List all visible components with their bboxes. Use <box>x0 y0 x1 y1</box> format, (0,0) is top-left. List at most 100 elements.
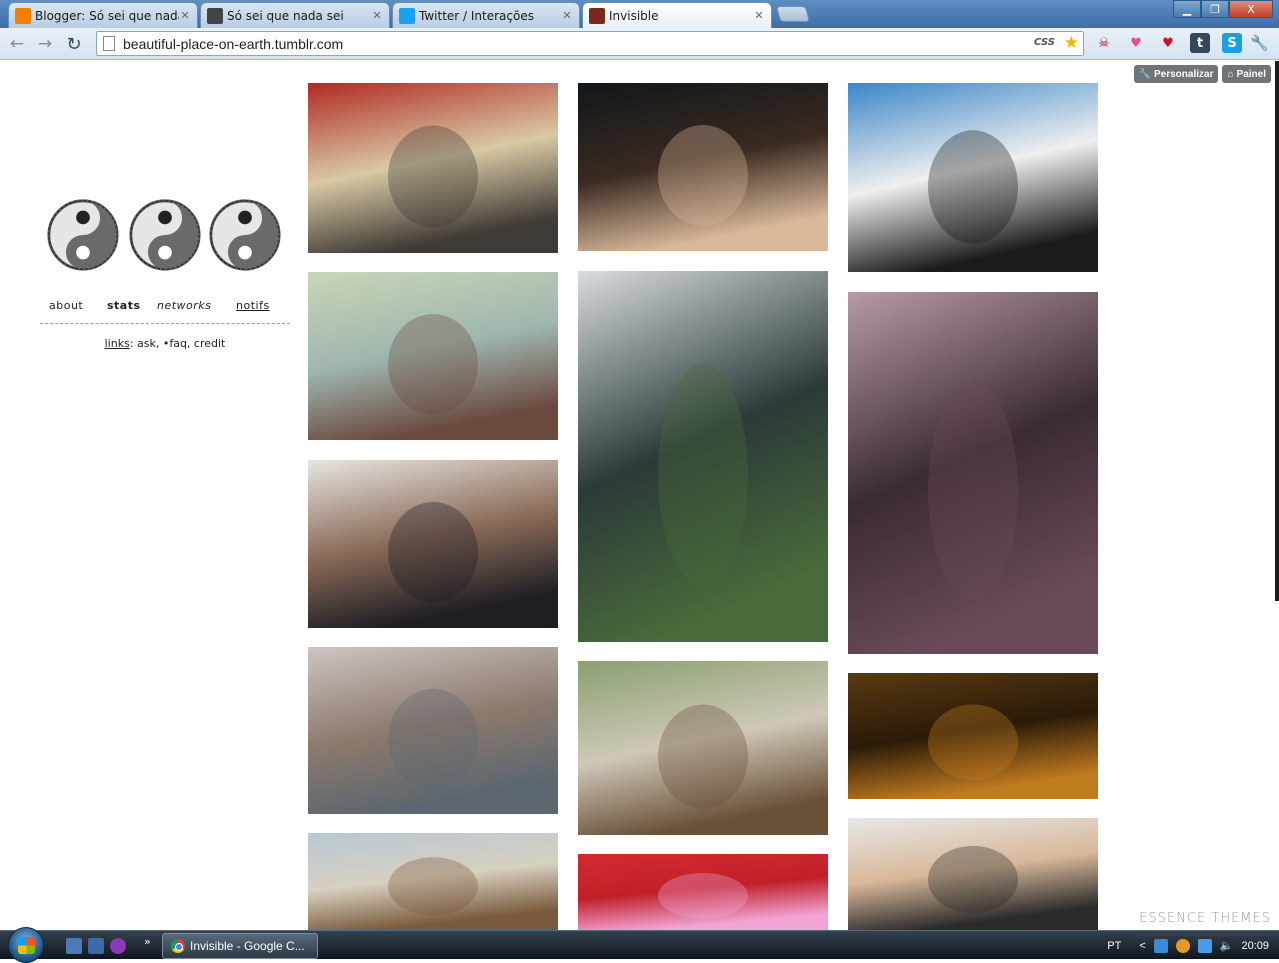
tab-label: Invisible <box>609 8 659 23</box>
title-bar: Blogger: Só sei que nada se✕Só sei que n… <box>0 0 1279 28</box>
photo-post[interactable] <box>578 661 828 835</box>
tab-favicon-icon <box>15 7 31 24</box>
photo-post[interactable] <box>308 833 558 930</box>
photo-post[interactable] <box>848 292 1098 654</box>
tab-favicon-icon <box>589 7 605 24</box>
network-tray-icon[interactable] <box>1197 938 1212 953</box>
task-label: Invisible - Google C... <box>190 939 305 953</box>
customize-label: Personalizar <box>1154 68 1214 80</box>
photo-image[interactable] <box>848 673 1098 799</box>
theme-credit[interactable]: ESSENCE THEMES <box>1139 911 1271 926</box>
browser-tab-0[interactable]: Blogger: Só sei que nada se✕ <box>8 2 198 28</box>
tab-label: Twitter / Interações <box>419 8 534 23</box>
photo-image[interactable] <box>308 460 558 628</box>
reload-icon[interactable]: ↻ <box>63 33 85 55</box>
system-tray: PT < 🔈 20:09 <box>1107 931 1279 960</box>
back-arrow-icon[interactable]: ← <box>6 33 28 55</box>
taskbar-chrome-item[interactable]: Invisible - Google C... <box>162 933 318 959</box>
photo-post[interactable] <box>848 83 1098 272</box>
tab-close-icon[interactable]: ✕ <box>179 9 191 22</box>
minimize-button[interactable]: ▁ <box>1173 0 1201 18</box>
skype-extension-icon[interactable]: S <box>1222 33 1242 53</box>
volume-icon[interactable]: 🔈 <box>1220 939 1234 952</box>
browser-toolbar: ← → ↻ beautiful-place-on-earth.tumblr.co… <box>0 28 1279 60</box>
start-button[interactable] <box>8 927 44 963</box>
yin-yang-icon <box>209 199 281 271</box>
photo-image[interactable] <box>848 83 1098 272</box>
red-heart-extension-icon[interactable]: ♥ <box>1158 33 1178 53</box>
photo-image[interactable] <box>578 83 828 251</box>
app-quicklaunch-icon[interactable] <box>110 938 126 954</box>
windows-taskbar: » Invisible - Google C... PT < 🔈 20:09 <box>0 927 1279 963</box>
dashboard-button[interactable]: ⌂ Painel <box>1222 65 1271 83</box>
photo-image[interactable] <box>308 833 558 930</box>
page-icon <box>103 36 115 51</box>
nav-stats[interactable]: stats <box>107 299 141 312</box>
home-icon: ⌂ <box>1227 68 1234 80</box>
photo-post[interactable] <box>848 673 1098 799</box>
tab-close-icon[interactable]: ✕ <box>753 9 765 22</box>
photo-image[interactable] <box>578 661 828 835</box>
maximize-button[interactable]: ❐ <box>1201 0 1229 18</box>
links-rest[interactable]: : ask, •faq, credit <box>130 337 226 350</box>
tray-expand-icon[interactable]: < <box>1139 940 1145 952</box>
photo-image[interactable] <box>848 818 1098 930</box>
update-tray-icon[interactable] <box>1175 938 1190 953</box>
photo-post[interactable] <box>308 83 558 253</box>
forward-arrow-icon[interactable]: → <box>34 33 56 55</box>
browser-tab-1[interactable]: Só sei que nada sei ✕ <box>200 2 390 28</box>
browser-tab-3[interactable]: Invisible ✕ <box>582 2 772 28</box>
chrome-icon <box>171 939 185 953</box>
photo-post[interactable] <box>848 818 1098 930</box>
css-extension-icon[interactable]: CSS <box>1034 37 1055 48</box>
tab-close-icon[interactable]: ✕ <box>561 9 573 22</box>
photo-image[interactable] <box>308 647 558 814</box>
nav-divider <box>40 323 290 324</box>
tumblr-extension-icon[interactable]: t <box>1190 33 1210 53</box>
photo-image[interactable] <box>578 854 828 930</box>
photo-post[interactable] <box>308 460 558 628</box>
address-bar[interactable]: beautiful-place-on-earth.tumblr.com CSS … <box>96 31 1084 56</box>
photo-post[interactable] <box>578 83 828 251</box>
tab-favicon-icon <box>207 7 223 24</box>
show-desktop-icon[interactable] <box>66 938 82 954</box>
blog-nav: about stats networks notifs <box>40 299 290 319</box>
photo-image[interactable] <box>848 292 1098 654</box>
photo-image[interactable] <box>308 83 558 253</box>
photo-post[interactable] <box>578 854 828 930</box>
bookmark-star-icon[interactable]: ★ <box>1064 33 1079 53</box>
heart-extension-icon[interactable]: ♥ <box>1126 33 1146 53</box>
tumblr-controls: 🔧 Personalizar ⌂ Painel <box>1133 65 1271 83</box>
photo-post[interactable] <box>308 647 558 814</box>
clock[interactable]: 20:09 <box>1241 940 1269 952</box>
links-link[interactable]: links <box>105 337 130 350</box>
blog-links: links: ask, •faq, credit <box>40 337 290 350</box>
customize-button[interactable]: 🔧 Personalizar <box>1133 65 1219 83</box>
vampire-extension-icon[interactable]: ☠ <box>1094 33 1114 53</box>
photo-image[interactable] <box>308 272 558 440</box>
scrollbar[interactable] <box>1275 61 1279 601</box>
wrench-icon: 🔧 <box>1138 68 1151 80</box>
dashboard-label: Painel <box>1236 68 1266 80</box>
window-controls: ▁ ❐ X <box>1173 0 1273 18</box>
tab-label: Só sei que nada sei <box>227 8 344 23</box>
url-text[interactable]: beautiful-place-on-earth.tumblr.com <box>123 36 343 52</box>
wrench-menu-icon[interactable]: 🔧 <box>1250 34 1269 52</box>
tumblr-page: 🔧 Personalizar ⌂ Painel about stats netw… <box>0 61 1279 930</box>
nav-about[interactable]: about <box>49 299 83 312</box>
new-tab-button[interactable] <box>775 6 811 22</box>
language-indicator[interactable]: PT <box>1107 940 1121 952</box>
nav-networks[interactable]: networks <box>157 299 211 312</box>
dropbox-tray-icon[interactable] <box>1153 938 1168 953</box>
photo-post[interactable] <box>308 272 558 440</box>
browser-tab-2[interactable]: Twitter / Interações ✕ <box>392 2 580 28</box>
switch-windows-icon[interactable] <box>88 938 104 954</box>
quicklaunch-more-icon[interactable]: » <box>144 935 151 948</box>
close-button[interactable]: X <box>1229 0 1273 18</box>
photo-image[interactable] <box>578 271 828 642</box>
tab-label: Blogger: Só sei que nada se <box>35 8 179 23</box>
yin-yang-icon <box>47 199 119 271</box>
tab-close-icon[interactable]: ✕ <box>371 9 383 22</box>
photo-post[interactable] <box>578 271 828 642</box>
nav-notifs[interactable]: notifs <box>236 299 270 312</box>
